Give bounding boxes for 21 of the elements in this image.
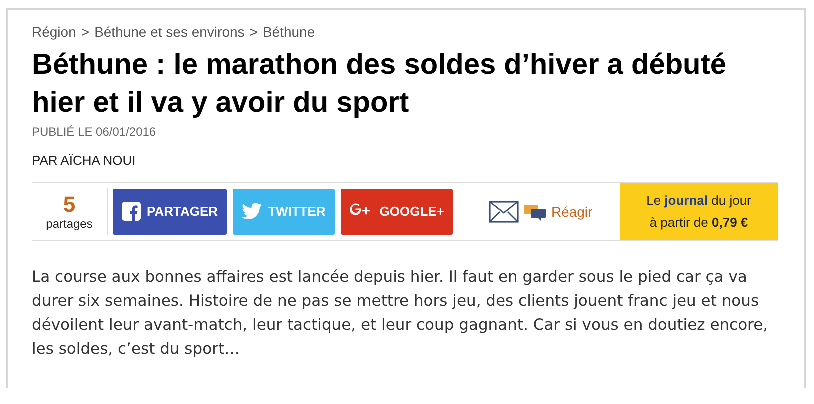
facebook-icon [122,202,141,221]
publish-date: PUBLIÉ LE 06/01/2016 [32,125,158,139]
breadcrumb-link[interactable]: Région [32,24,76,40]
subscription-promo[interactable]: Le journal du jour à partir de 0,79 € [620,183,778,240]
comment-link[interactable]: Réagir [523,202,593,220]
author-byline: PAR AÏCHA NOUI [32,153,137,168]
breadcrumb-link[interactable]: Béthune et ses environs [94,24,245,40]
breadcrumb-separator: > [81,24,90,40]
share-button[interactable]: PARTAGER [113,188,228,234]
breadcrumb-link[interactable]: Béthune [262,24,316,40]
breadcrumb-separator: > [250,24,258,40]
bird-icon [242,203,262,220]
share-count-label: partages [46,216,93,230]
share-count: 5 [63,192,76,216]
article-lead: La course aux bonnes affaires est lancée depuis hier. Il faut en garder sous le pied car ça va durer six semaines. Histoire de ne pas se mettre hors jeu, des clients jouent franc jeu et nous dévoilent leur avant-match, leur tactique, et leur coup gagnant. Car si vous en doutiez encore, les soldes, c’est du sport… [32,267,770,360]
article-title: Béthune : le marathon des soldes d’hiver a débuté hier et il va y avoir du sport [32,48,728,121]
share-button[interactable]: GOOGLE+ [340,188,454,234]
promo-text: Le journal du jour [646,192,752,210]
envelope-icon[interactable] [489,200,520,222]
promo-price: à partir de 0,79 € [650,214,748,232]
speech-bubbles-icon [523,202,548,220]
